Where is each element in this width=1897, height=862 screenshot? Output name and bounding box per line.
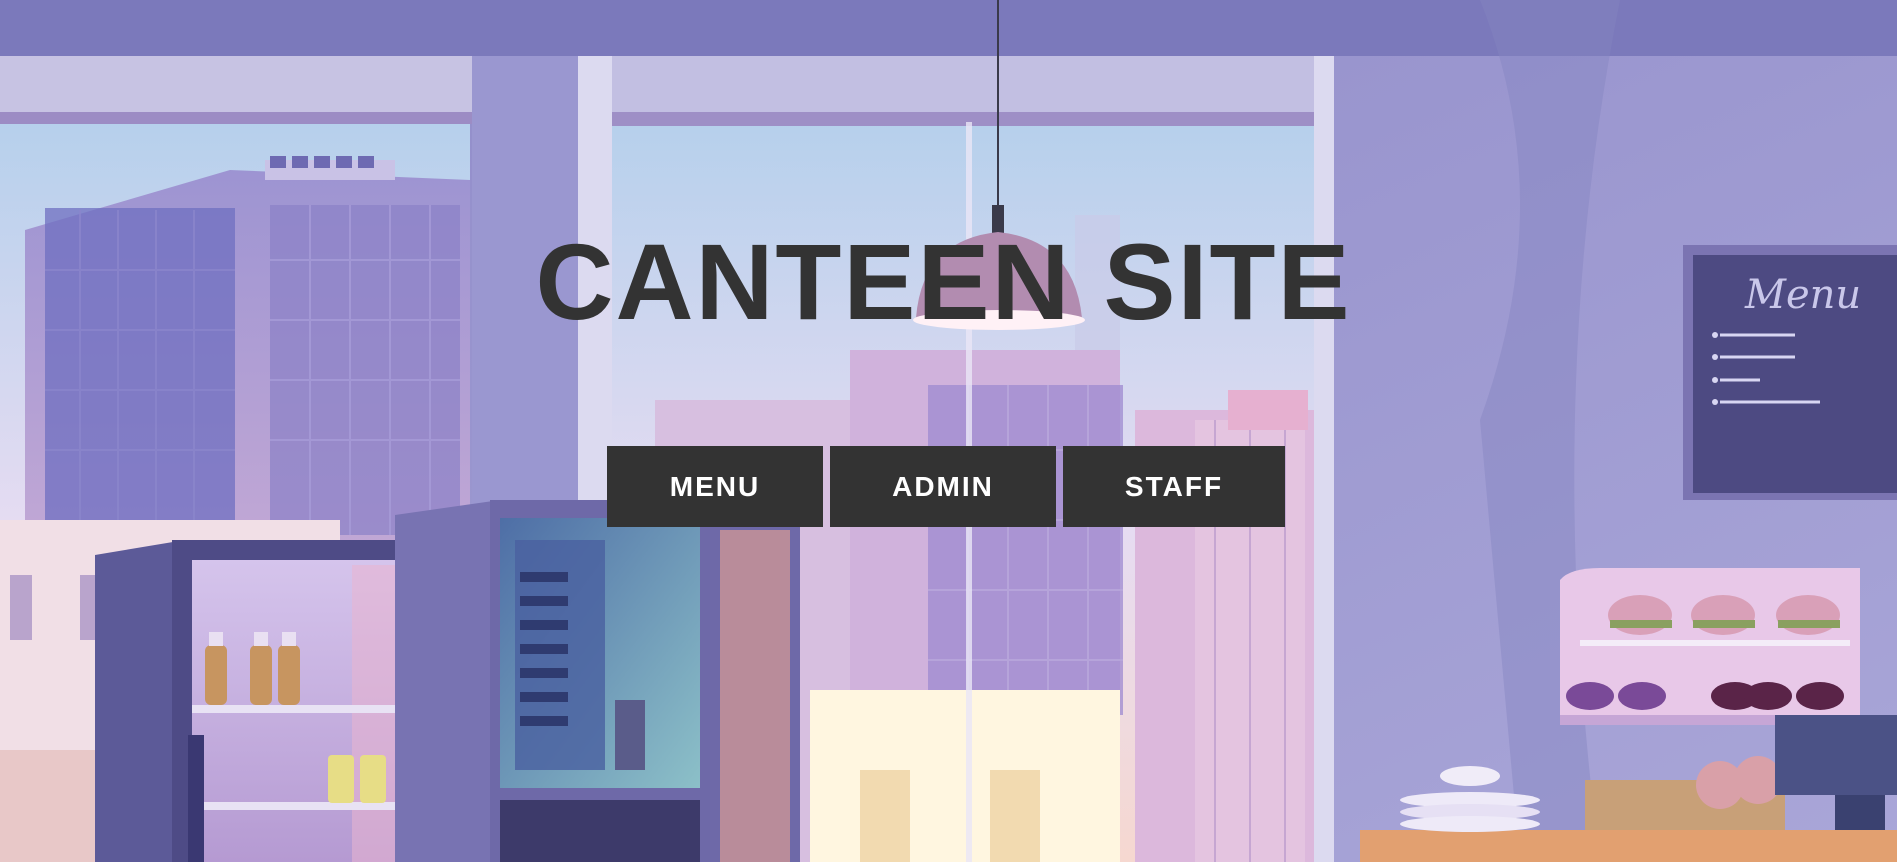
hero-section: Menu CANTEEN SITE MENU ADMIN STAFF (0, 0, 1897, 862)
site-title: CANTEEN SITE (535, 221, 1352, 342)
admin-button[interactable]: ADMIN (830, 446, 1056, 527)
canteen-background-illustration: Menu (0, 0, 1897, 862)
main-nav: MENU ADMIN STAFF (607, 446, 1285, 527)
staff-button[interactable]: STAFF (1063, 446, 1285, 527)
menu-button[interactable]: MENU (607, 446, 823, 527)
